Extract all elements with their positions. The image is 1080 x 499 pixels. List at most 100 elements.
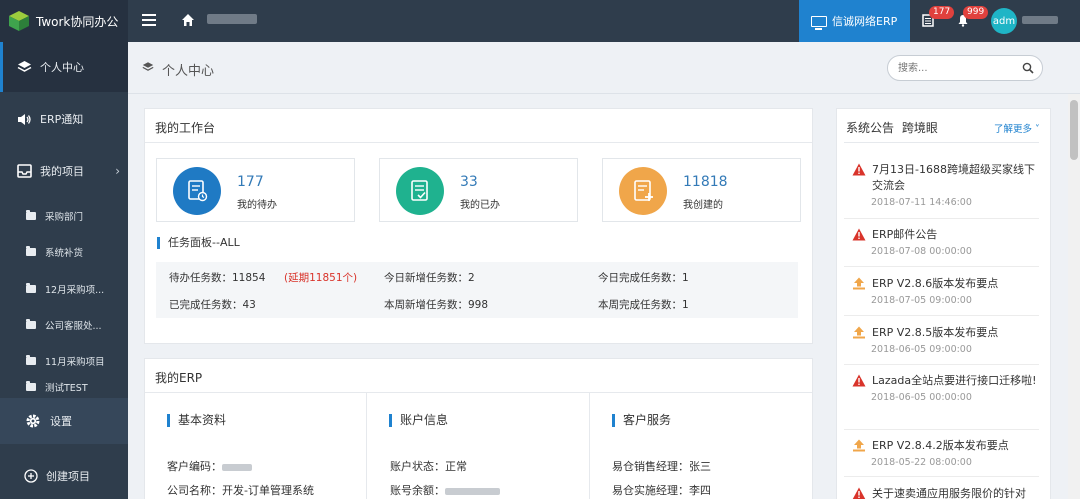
my-erp-panel: 我的ERP <box>144 358 813 499</box>
workbench-title: 我的工作台 <box>155 121 216 135</box>
stat-label: 我的待办 <box>237 200 277 211</box>
stat-card-done[interactable]: 33 我的已办 <box>379 158 578 222</box>
project-item[interactable]: 采购部门 <box>0 198 128 234</box>
erp-button-label: 信诚网络ERP <box>832 15 898 28</box>
create-project-button[interactable]: 创建项目 <box>0 452 128 499</box>
project-item[interactable]: 测试TEST <box>0 378 128 396</box>
speaker-icon <box>16 111 32 127</box>
tab-system-notice[interactable]: 系统公告 <box>846 121 894 135</box>
announcement-item[interactable]: ERP V2.8.4.2版本发布要点 2018-05-22 08:00:00 <box>852 438 1040 468</box>
content-header: 个人中心 <box>128 42 1080 94</box>
announcement-item[interactable]: Lazada全站点要进行接口迁移啦! 2018-06-05 00:00:00 <box>852 373 1040 403</box>
folder-icon <box>26 355 36 365</box>
stat-label: 我的已办 <box>460 200 500 211</box>
task-week-done: 本周完成任务数：1 <box>598 299 689 311</box>
more-label: 了解更多 <box>994 124 1033 135</box>
project-label: 系统补货 <box>45 248 84 259</box>
account-status: 账户状态：正常 <box>390 460 467 473</box>
announcement-item[interactable]: 7月13日-1688跨境超级买家线下交流会 2018-07-11 14:46:0… <box>852 162 1040 208</box>
search-icon[interactable] <box>1022 62 1034 74</box>
divider <box>589 393 590 499</box>
divider <box>844 429 1039 430</box>
customer-code-label: 客户编码： <box>167 460 222 473</box>
warning-icon <box>852 487 866 499</box>
stat-card-todo[interactable]: 177 我的待办 <box>156 158 355 222</box>
sidebar-item-my-projects[interactable]: 我的项目 › <box>0 146 128 196</box>
scrollbar[interactable] <box>1068 94 1080 499</box>
divider <box>844 142 1039 143</box>
folder-icon <box>26 319 36 329</box>
project-item[interactable]: 系统补货 <box>0 234 128 270</box>
divider <box>366 393 367 499</box>
blurred-value <box>222 463 252 471</box>
sidebar-item-label: 我的项目 <box>40 165 84 178</box>
stat-value[interactable]: 177 <box>237 174 264 190</box>
project-item[interactable]: 12月采购项... <box>0 271 128 307</box>
username-blurred[interactable] <box>1022 16 1058 24</box>
erp-switch-button[interactable]: 信诚网络ERP <box>799 0 910 42</box>
announcement-item[interactable]: 关于速卖通应用服务限价的针对 <box>852 486 1040 499</box>
avatar[interactable]: adm <box>991 8 1017 34</box>
folder-icon <box>26 381 36 391</box>
sidebar-item-label: 个人中心 <box>40 61 84 74</box>
announcement-item[interactable]: ERP V2.8.6版本发布要点 2018-07-05 09:00:00 <box>852 276 1040 306</box>
plus-circle-icon <box>24 468 38 483</box>
task-completed: 已完成任务数：43 <box>169 299 256 311</box>
project-item[interactable]: 11月采购项目 <box>0 343 128 379</box>
task-pending: 待办任务数：11854 <box>169 272 266 284</box>
more-link[interactable]: 了解更多 ˅ <box>994 121 1040 135</box>
announcement-item[interactable]: ERP V2.8.5版本发布要点 2018-06-05 09:00:00 <box>852 325 1040 355</box>
divider <box>844 315 1039 316</box>
layers-icon <box>142 61 154 76</box>
announcement-date: 2018-07-11 14:46:00 <box>871 197 972 208</box>
announcement-date: 2018-07-05 09:00:00 <box>871 295 972 306</box>
stat-value[interactable]: 33 <box>460 174 478 190</box>
home-icon[interactable] <box>181 13 195 27</box>
sidebar: 个人中心 ERP通知 我的项目 › 采购部门 系统补货 12月采购项... 公司… <box>0 42 128 499</box>
folder-icon <box>26 246 36 256</box>
warning-icon <box>852 163 866 177</box>
project-label: 测试TEST <box>45 383 88 394</box>
warning-icon <box>852 228 866 242</box>
inbox-icon <box>16 163 32 179</box>
task-week-new: 本周新增任务数：998 <box>384 299 489 311</box>
gear-icon <box>24 412 42 430</box>
logo[interactable]: Twork协同办公 <box>0 0 128 42</box>
divider <box>844 218 1039 219</box>
announcement-item[interactable]: ERP邮件公告 2018-07-08 00:00:00 <box>852 227 1040 257</box>
announcement-date: 2018-05-22 08:00:00 <box>871 457 972 468</box>
project-item[interactable]: 公司客服处... <box>0 307 128 343</box>
folder-icon <box>26 283 36 293</box>
task-overdue[interactable]: (延期11851个) <box>284 270 357 285</box>
menu-toggle-icon[interactable] <box>142 14 156 26</box>
balance-label: 账号余额： <box>390 484 445 497</box>
divider <box>844 476 1039 477</box>
divider <box>145 392 812 393</box>
basic-info-title: 基本资料 <box>167 414 226 427</box>
sidebar-item-label: ERP通知 <box>40 113 84 126</box>
sidebar-item-personal-center[interactable]: 个人中心 <box>0 42 128 92</box>
announcement-tabs: 系统公告 跨境眼 <box>846 119 942 136</box>
account-balance: 账号余额： <box>390 482 500 498</box>
sidebar-item-erp-notice[interactable]: ERP通知 <box>0 94 128 144</box>
stat-value[interactable]: 11818 <box>683 174 728 190</box>
create-project-label: 创建项目 <box>46 469 90 483</box>
breadcrumb-blurred <box>207 14 257 24</box>
page-title: 个人中心 <box>162 64 215 79</box>
announcement-date: 2018-07-08 00:00:00 <box>871 246 972 257</box>
stat-card-created[interactable]: 11818 我创建的 <box>602 158 801 222</box>
create-doc-icon <box>619 167 667 215</box>
announcement-title: Lazada全站点要进行接口迁移啦! <box>872 374 1037 387</box>
project-label: 11月采购项目 <box>45 357 105 368</box>
company-name: 公司名称：开发-订单管理系统 <box>167 484 314 497</box>
divider <box>844 266 1039 267</box>
tab-cross-border[interactable]: 跨境眼 <box>902 121 938 135</box>
announcement-title: ERP邮件公告 <box>872 228 938 241</box>
announcement-title: 7月13日-1688跨境超级买家线下交流会 <box>872 163 1035 192</box>
settings-button[interactable]: 设置 <box>0 398 128 444</box>
divider <box>844 364 1039 365</box>
scrollbar-thumb[interactable] <box>1070 100 1078 160</box>
settings-label: 设置 <box>50 415 72 428</box>
search-box <box>887 55 1043 81</box>
search-input[interactable] <box>898 56 1018 80</box>
